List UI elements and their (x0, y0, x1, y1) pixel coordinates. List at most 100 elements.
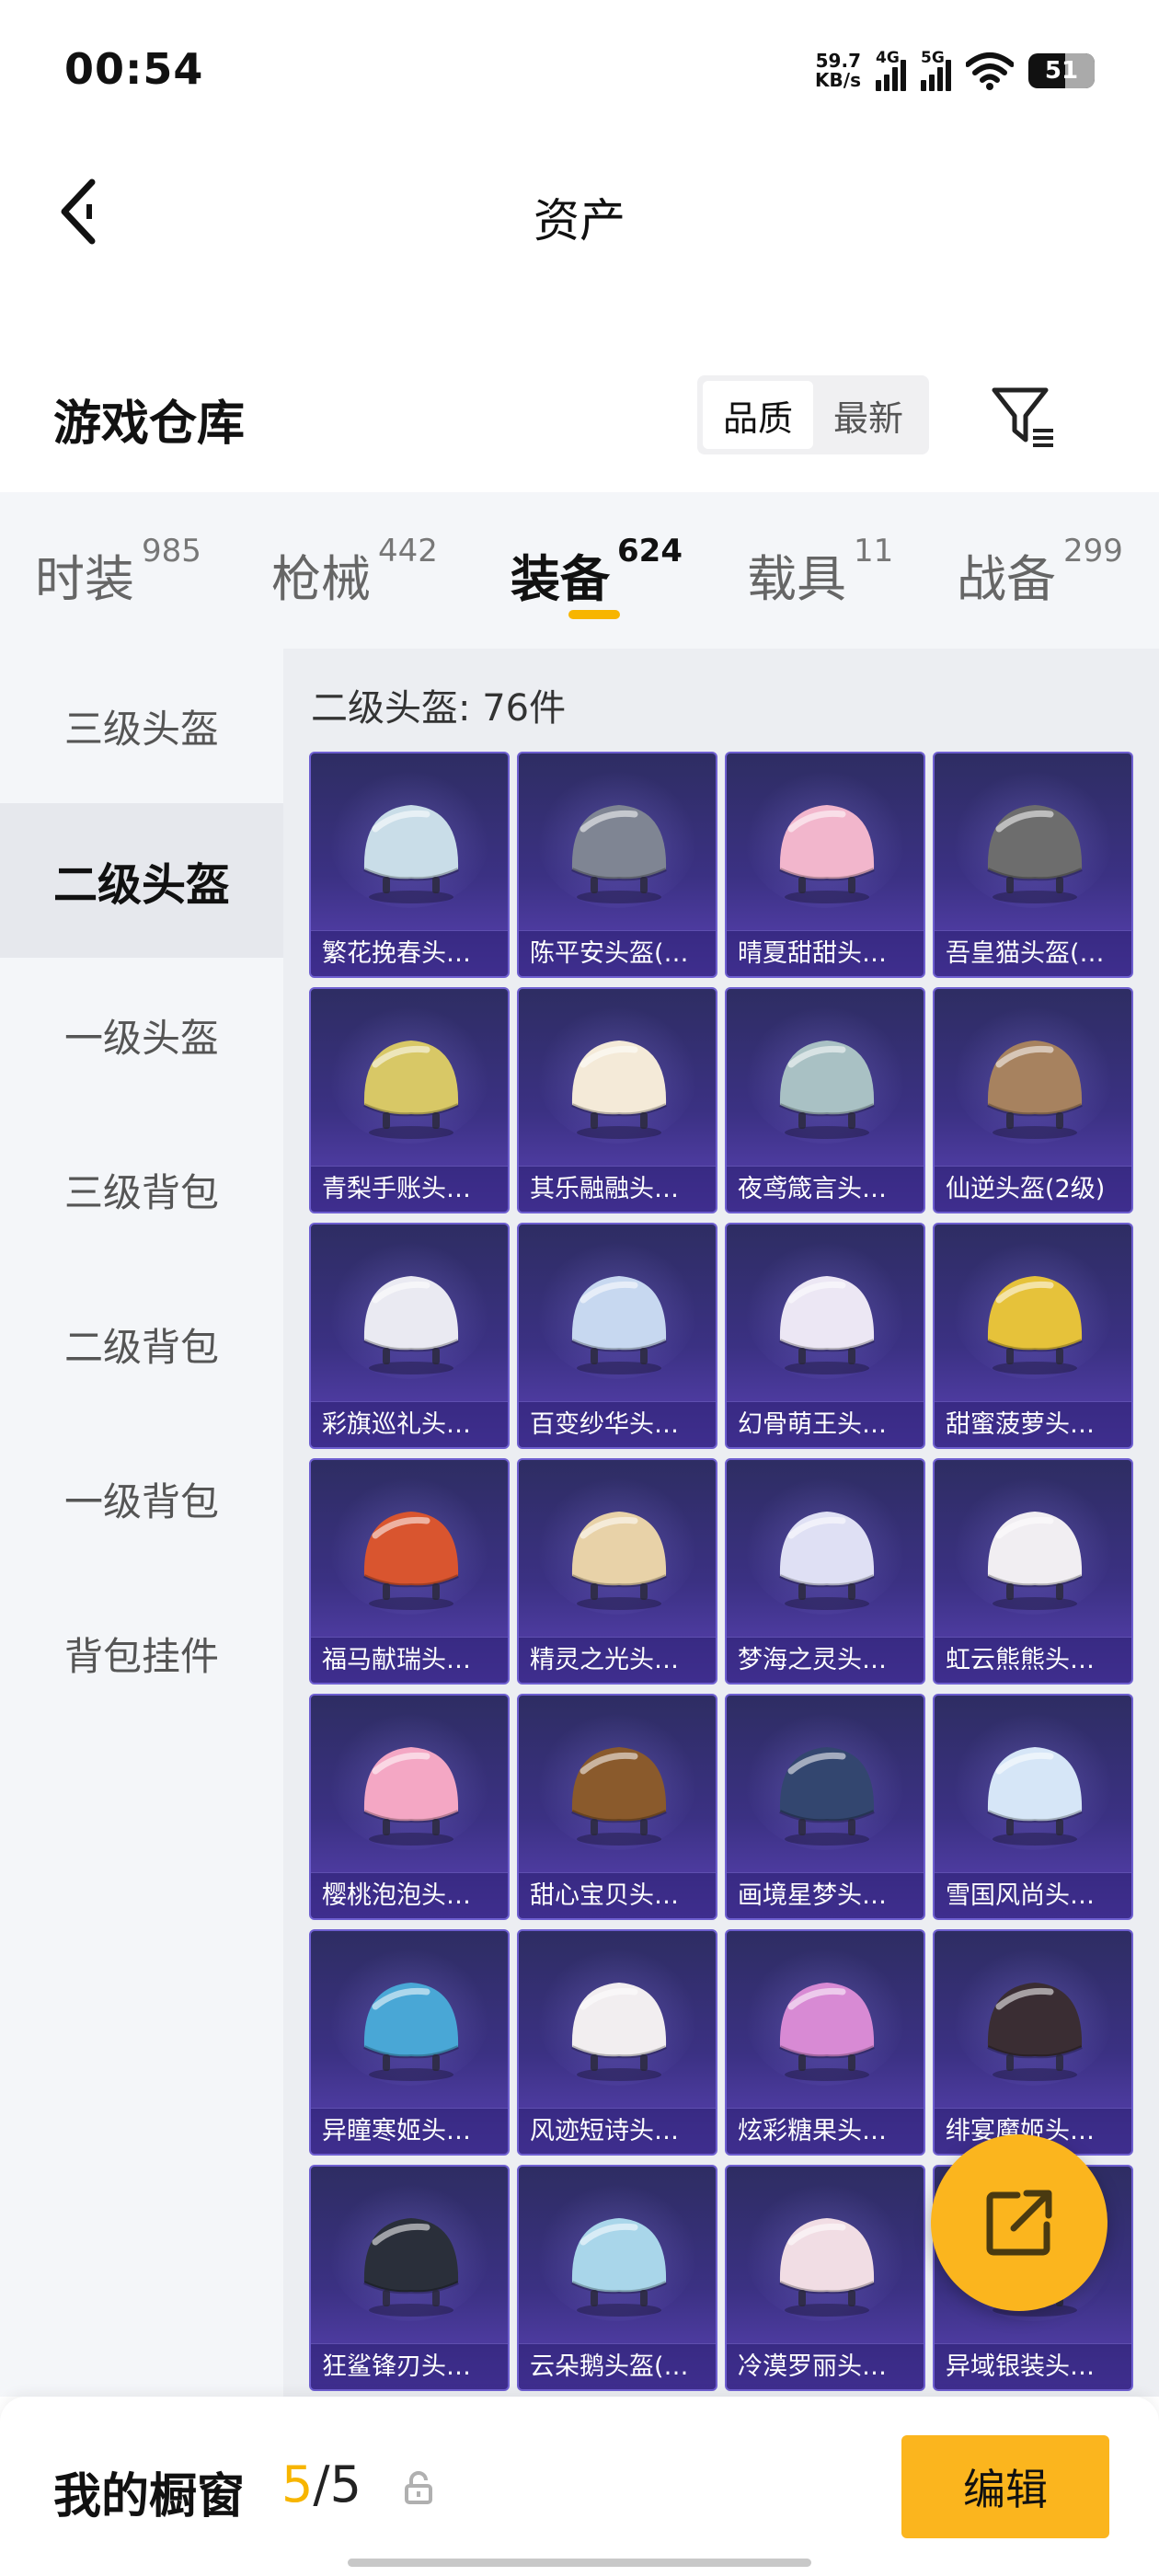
item-name: 异瞳寒姬头… (322, 2117, 471, 2145)
sidebar-item-level2-helmet[interactable]: 二级头盔 (0, 803, 283, 958)
helmet-icon (363, 1041, 459, 1139)
helmet-icon (987, 1512, 1083, 1610)
item-card[interactable]: 冷漠罗丽头… (725, 2165, 925, 2391)
helmet-icon (363, 805, 459, 903)
item-card[interactable]: 甜心宝贝头… (517, 1694, 717, 1920)
item-card[interactable]: 樱桃泡泡头… (309, 1694, 510, 1920)
item-card[interactable]: 福马献瑞头… (309, 1458, 510, 1685)
item-name: 画境星梦头… (738, 1881, 887, 1910)
tab-count: 624 (617, 533, 683, 569)
subcategory-sidebar: 三级头盔 二级头盔 一级头盔 三级背包 二级背包 一级背包 背包挂件 (0, 649, 283, 2397)
tab-count: 442 (378, 533, 438, 569)
active-tab-indicator (568, 610, 620, 619)
signal-4g-label: 4G (876, 49, 900, 67)
network-speed-value: 59.7 (815, 50, 861, 72)
helmet-icon (987, 1983, 1083, 2081)
tab-fashion[interactable]: 时装 985 (35, 533, 201, 611)
item-card[interactable]: 云朵鹅头盔(… (517, 2165, 717, 2391)
tab-gear[interactable]: 战备 299 (957, 533, 1123, 611)
showcase-total: 5 (329, 2455, 361, 2513)
helmet-icon (571, 2218, 667, 2317)
item-card[interactable]: 仙逆头盔(2级) (933, 987, 1133, 1213)
tab-label: 载具 (747, 550, 846, 608)
showcase-bar: 我的橱窗 5/5 编辑 (0, 2397, 1159, 2576)
item-card[interactable]: 虹云熊熊头… (933, 1458, 1133, 1685)
share-external-icon (986, 2190, 1052, 2256)
share-button[interactable] (931, 2134, 1107, 2311)
item-card[interactable]: 梦海之灵头… (725, 1458, 925, 1685)
tab-equipment[interactable]: 装备 624 (511, 533, 683, 611)
home-indicator[interactable] (348, 2559, 811, 2567)
tab-firearms[interactable]: 枪械 442 (271, 533, 438, 611)
item-name: 夜鸢箴言头… (738, 1175, 887, 1203)
helmet-icon (779, 1276, 875, 1374)
item-card[interactable]: 彩旗巡礼头… (309, 1223, 510, 1449)
sort-option-quality[interactable]: 品质 (703, 381, 813, 449)
item-card[interactable]: 繁花挽春头… (309, 752, 510, 978)
signal-5g-label: 5G (921, 49, 945, 67)
item-card[interactable]: 晴夏甜甜头… (725, 752, 925, 978)
item-name: 福马献瑞头… (322, 1646, 471, 1674)
showcase-separator: / (313, 2455, 330, 2513)
item-name: 精灵之光头… (530, 1646, 679, 1674)
tab-label: 装备 (511, 550, 610, 608)
item-card[interactable]: 风迹短诗头… (517, 1929, 717, 2156)
item-card[interactable]: 异瞳寒姬头… (309, 1929, 510, 2156)
showcase-current: 5 (281, 2455, 314, 2513)
edit-button[interactable]: 编辑 (901, 2435, 1109, 2538)
item-name: 彩旗巡礼头… (322, 1410, 471, 1439)
item-card[interactable]: 精灵之光头… (517, 1458, 717, 1685)
battery-icon: 51 (1028, 53, 1095, 88)
item-card[interactable]: 幻骨萌王头… (725, 1223, 925, 1449)
showcase-title: 我的橱窗 (53, 2469, 246, 2524)
item-card[interactable]: 雪国风尚头… (933, 1694, 1133, 1920)
wifi-icon (966, 52, 1014, 90)
item-name: 陈平安头盔(… (530, 939, 689, 968)
sidebar-item-level2-backpack[interactable]: 二级背包 (0, 1267, 283, 1421)
sort-toggle: 品质 最新 (697, 375, 929, 454)
sort-option-latest[interactable]: 最新 (813, 381, 924, 449)
helmet-icon (571, 1512, 667, 1610)
tab-label: 枪械 (271, 550, 371, 608)
item-card[interactable]: 夜鸢箴言头… (725, 987, 925, 1213)
tab-label: 时装 (35, 550, 134, 608)
helmet-icon (779, 1512, 875, 1610)
item-card[interactable]: 陈平安头盔(… (517, 752, 717, 978)
helmet-icon (571, 1041, 667, 1139)
helmet-icon (779, 805, 875, 903)
item-card[interactable]: 甜蜜菠萝头… (933, 1223, 1133, 1449)
helmet-icon (571, 1276, 667, 1374)
sidebar-item-level3-helmet[interactable]: 三级头盔 (0, 649, 283, 803)
item-name: 樱桃泡泡头… (322, 1881, 471, 1910)
item-name: 百变纱华头… (530, 1410, 679, 1439)
item-card[interactable]: 百变纱华头… (517, 1223, 717, 1449)
helmet-icon (987, 1747, 1083, 1846)
item-card[interactable]: 青梨手账头… (309, 987, 510, 1213)
sidebar-item-backpack-charm[interactable]: 背包挂件 (0, 1576, 283, 1731)
item-name: 吾皇猫头盔(… (946, 939, 1105, 968)
status-bar: 00:54 59.7 KB/s 4G 5G 51 (0, 0, 1159, 138)
signal-4g-icon: 4G (876, 49, 906, 91)
showcase-count: 5/5 (281, 2455, 361, 2513)
item-name: 云朵鹅头盔(… (530, 2352, 689, 2381)
tab-vehicles[interactable]: 载具 11 (747, 533, 893, 611)
item-card[interactable]: 炫彩糖果头… (725, 1929, 925, 2156)
sidebar-item-level1-helmet[interactable]: 一级头盔 (0, 958, 283, 1112)
item-card[interactable]: 绯宴魔姬头… (933, 1929, 1133, 2156)
helmet-icon (987, 1276, 1083, 1374)
helmet-icon (571, 1747, 667, 1846)
item-name: 雪国风尚头… (946, 1881, 1095, 1910)
network-speed: 59.7 KB/s (815, 52, 861, 90)
item-name: 风迹短诗头… (530, 2117, 679, 2145)
app-header: 资产 (0, 138, 1159, 285)
filter-button[interactable] (989, 383, 1058, 452)
item-card[interactable]: 其乐融融头… (517, 987, 717, 1213)
battery-level: 51 (1044, 57, 1079, 85)
item-card[interactable]: 吾皇猫头盔(… (933, 752, 1133, 978)
sidebar-item-level3-backpack[interactable]: 三级背包 (0, 1112, 283, 1267)
status-time: 00:54 (64, 44, 204, 94)
sidebar-item-level1-backpack[interactable]: 一级背包 (0, 1421, 283, 1576)
item-card[interactable]: 狂鲨锋刃头… (309, 2165, 510, 2391)
item-card[interactable]: 画境星梦头… (725, 1694, 925, 1920)
item-name: 异域银装头… (946, 2352, 1095, 2381)
